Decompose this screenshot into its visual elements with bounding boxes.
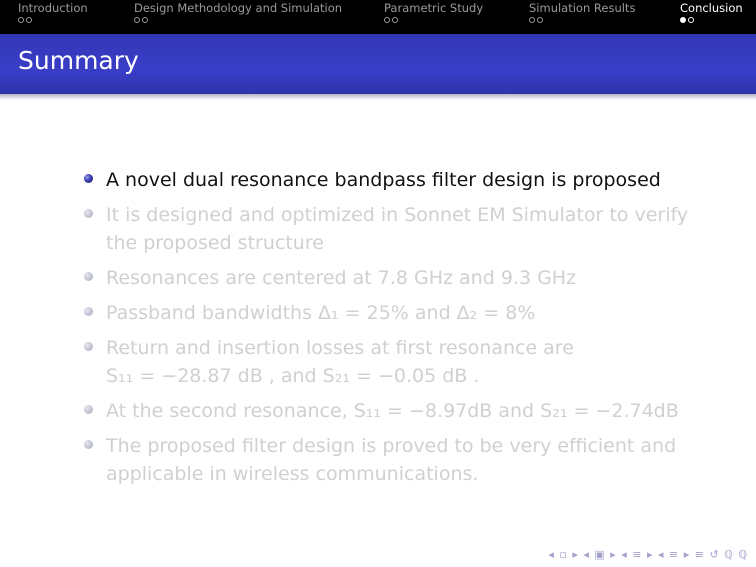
bullet-list: A novel dual resonance bandpass filter d… (84, 166, 724, 495)
bullet-ball-icon (84, 272, 93, 281)
nav-section-title[interactable]: Design Methodology and Simulation (134, 1, 342, 15)
current-subsection-dot-icon[interactable] (680, 17, 686, 23)
nav-section-title[interactable]: Introduction (18, 1, 88, 15)
bullet-item: A novel dual resonance bandpass filter d… (84, 166, 724, 194)
subsection-dot-icon[interactable] (26, 17, 32, 23)
nav-section-design-methodology[interactable]: Design Methodology and Simulation (134, 1, 342, 29)
bullet-item: It is designed and optimized in Sonnet E… (84, 201, 724, 257)
bullet-item: The proposed filter design is proved to … (84, 432, 724, 488)
bullet-item: Passband bandwidths Δ₁ = 25% and Δ₂ = 8% (84, 299, 724, 327)
subsection-dot-icon[interactable] (18, 17, 24, 23)
nav-subsection-dots (384, 17, 483, 29)
title-bar-shadow (0, 94, 756, 100)
subsection-dot-icon[interactable] (529, 17, 535, 23)
bullet-ball-icon (84, 209, 93, 218)
slide-title: Summary (18, 46, 139, 75)
subsection-dot-icon[interactable] (142, 17, 148, 23)
subsection-dot-icon[interactable] (537, 17, 543, 23)
beamer-navigation-controls[interactable]: ◂ ▫ ▸ ◂ ▣ ▸ ◂ ≡ ▸ ◂ ≡ ▸ ≡ ↺ ℚ ℚ (548, 548, 748, 561)
bullet-text: Resonances are centered at 7.8 GHz and 9… (106, 267, 577, 289)
frame-title-bar: Summary (0, 34, 756, 94)
nav-section-simulation-results[interactable]: Simulation Results (529, 1, 635, 29)
nav-section-title[interactable]: Simulation Results (529, 1, 635, 15)
bullet-ball-icon (84, 174, 93, 183)
bullet-text: The proposed filter design is proved to … (106, 435, 677, 485)
nav-section-introduction[interactable]: Introduction (18, 1, 88, 29)
nav-subsection-dots (680, 17, 743, 29)
bullet-text: Passband bandwidths Δ₁ = 25% and Δ₂ = 8% (106, 302, 536, 324)
nav-section-title[interactable]: Parametric Study (384, 1, 483, 15)
nav-section-parametric-study[interactable]: Parametric Study (384, 1, 483, 29)
bullet-item: At the second resonance, S₁₁ = −8.97dB a… (84, 397, 724, 425)
subsection-dot-icon[interactable] (134, 17, 140, 23)
nav-section-conclusion[interactable]: Conclusion (680, 1, 743, 29)
bullet-item: Return and insertion losses at first res… (84, 334, 724, 390)
subsection-dot-icon[interactable] (384, 17, 390, 23)
nav-section-title[interactable]: Conclusion (680, 1, 743, 15)
bullet-item: Resonances are centered at 7.8 GHz and 9… (84, 264, 724, 292)
bullet-ball-icon (84, 307, 93, 316)
bullet-text: A novel dual resonance bandpass filter d… (106, 169, 661, 191)
section-navigation-bar: Introduction Design Methodology and Simu… (0, 0, 756, 34)
subsection-dot-icon[interactable] (688, 17, 694, 23)
bullet-ball-icon (84, 342, 93, 351)
nav-subsection-dots (18, 17, 88, 29)
bullet-ball-icon (84, 405, 93, 414)
bullet-text: At the second resonance, S₁₁ = −8.97dB a… (106, 400, 679, 422)
bullet-text: Return and insertion losses at first res… (106, 337, 574, 387)
nav-subsection-dots (529, 17, 635, 29)
subsection-dot-icon[interactable] (392, 17, 398, 23)
bullet-text: It is designed and optimized in Sonnet E… (106, 204, 689, 254)
bullet-ball-icon (84, 440, 93, 449)
nav-subsection-dots (134, 17, 342, 29)
